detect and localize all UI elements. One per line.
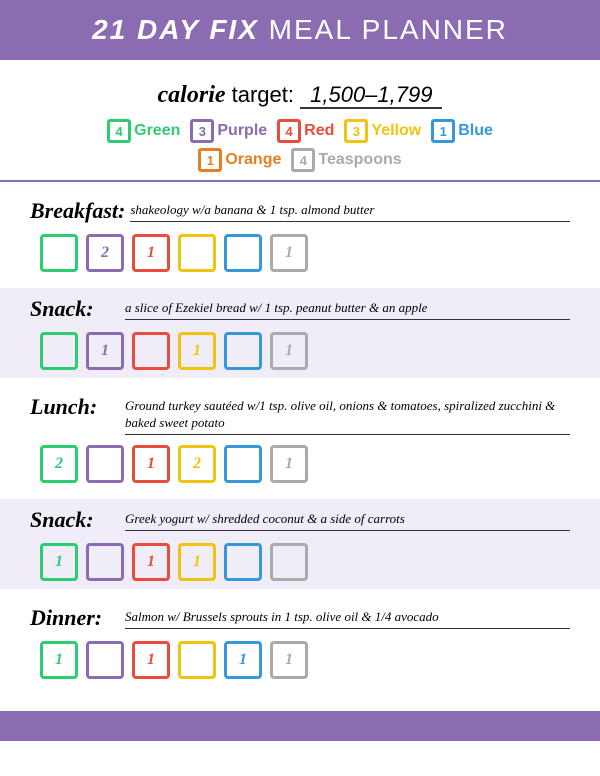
footer-bar: [0, 711, 600, 741]
breakfast-purple: 2: [86, 234, 124, 272]
breakfast-gray: 1: [270, 234, 308, 272]
snack2-red: 1: [132, 543, 170, 581]
orange-box: 1: [198, 148, 222, 172]
main-content: calorie target: 1,500–1,799 4 Green 3 Pu…: [0, 60, 600, 711]
breakfast-green: [40, 234, 78, 272]
blue-box: 1: [431, 119, 455, 143]
snack1-purple: 1: [86, 332, 124, 370]
snack1-blue: [224, 332, 262, 370]
snack1-red: [132, 332, 170, 370]
lunch-green: 2: [40, 445, 78, 483]
lunch-purple: [86, 445, 124, 483]
snack2-gray: [270, 543, 308, 581]
purple-box: 3: [190, 119, 214, 143]
color-targets: 4 Green 3 Purple 4 Red 3 Yellow 1 Blue: [30, 119, 570, 172]
lunch-gray: 1: [270, 445, 308, 483]
snack2-yellow: 1: [178, 543, 216, 581]
lunch-red: 1: [132, 445, 170, 483]
dinner-yellow: [178, 641, 216, 679]
dinner-gray: 1: [270, 641, 308, 679]
lunch-description: Ground turkey sautéed w/1 tsp. olive oil…: [125, 398, 570, 435]
color-item-teaspoons: 4 Teaspoons: [291, 148, 401, 172]
lunch-containers: 2 1 2 1: [40, 441, 570, 487]
snack1-green: [40, 332, 78, 370]
dinner-containers: 1 1 1 1: [40, 637, 570, 683]
snack1-description: a slice of Ezekiel bread w/ 1 tsp. peanu…: [125, 300, 570, 320]
dinner-header: Dinner: Salmon w/ Brussels sprouts in 1 …: [30, 605, 570, 631]
breakfast-red: 1: [132, 234, 170, 272]
header: 21 DAY FIX MEAL PLANNER: [0, 0, 600, 60]
snack1-yellow: 1: [178, 332, 216, 370]
page-title: 21 DAY FIX MEAL PLANNER: [20, 14, 580, 46]
teaspoons-label: Teaspoons: [318, 151, 401, 169]
meal-lunch: Lunch: Ground turkey sautéed w/1 tsp. ol…: [30, 386, 570, 491]
color-targets-row2: 1 Orange 4 Teaspoons: [30, 148, 570, 172]
breakfast-name: Breakfast:: [30, 198, 125, 224]
dinner-red: 1: [132, 641, 170, 679]
green-label: Green: [134, 122, 180, 140]
title-meal-planner: MEAL PLANNER: [269, 14, 508, 45]
lunch-name: Lunch:: [30, 394, 120, 420]
red-label: Red: [304, 122, 334, 140]
snack2-description: Greek yogurt w/ shredded coconut & a sid…: [125, 511, 570, 531]
calorie-value: 1,500–1,799: [300, 82, 442, 109]
color-item-green: 4 Green: [107, 119, 180, 143]
breakfast-containers: 2 1 1: [40, 230, 570, 276]
meal-snack1: Snack: a slice of Ezekiel bread w/ 1 tsp…: [0, 288, 600, 378]
dinner-green: 1: [40, 641, 78, 679]
meal-dinner: Dinner: Salmon w/ Brussels sprouts in 1 …: [30, 597, 570, 687]
snack2-blue: [224, 543, 262, 581]
yellow-box: 3: [344, 119, 368, 143]
purple-label: Purple: [217, 122, 267, 140]
dinner-purple: [86, 641, 124, 679]
dinner-name: Dinner:: [30, 605, 120, 631]
dinner-blue: 1: [224, 641, 262, 679]
teaspoons-box: 4: [291, 148, 315, 172]
calorie-label-italic: calorie: [158, 82, 226, 108]
title-fix: 21 DAY FIX: [92, 14, 259, 45]
snack1-name: Snack:: [30, 296, 120, 322]
color-targets-row1: 4 Green 3 Purple 4 Red 3 Yellow 1 Blue: [30, 119, 570, 143]
color-item-purple: 3 Purple: [190, 119, 267, 143]
breakfast-description: shakeology w/a banana & 1 tsp. almond bu…: [130, 202, 570, 222]
dinner-description: Salmon w/ Brussels sprouts in 1 tsp. oli…: [125, 609, 570, 629]
breakfast-yellow: [178, 234, 216, 272]
green-box: 4: [107, 119, 131, 143]
color-item-blue: 1 Blue: [431, 119, 493, 143]
snack2-name: Snack:: [30, 507, 120, 533]
lunch-yellow: 2: [178, 445, 216, 483]
snack2-purple: [86, 543, 124, 581]
top-divider: [0, 180, 600, 182]
snack1-gray: 1: [270, 332, 308, 370]
yellow-label: Yellow: [371, 122, 421, 140]
snack1-containers: 1 1 1: [40, 328, 570, 374]
snack2-containers: 1 1 1: [40, 539, 570, 585]
breakfast-header: Breakfast: shakeology w/a banana & 1 tsp…: [30, 198, 570, 224]
breakfast-blue: [224, 234, 262, 272]
snack1-header: Snack: a slice of Ezekiel bread w/ 1 tsp…: [30, 296, 570, 322]
red-box: 4: [277, 119, 301, 143]
calorie-label-normal: target:: [226, 82, 294, 107]
lunch-blue: [224, 445, 262, 483]
blue-label: Blue: [458, 122, 493, 140]
meal-snack2: Snack: Greek yogurt w/ shredded coconut …: [0, 499, 600, 589]
color-item-orange: 1 Orange: [198, 148, 281, 172]
lunch-header: Lunch: Ground turkey sautéed w/1 tsp. ol…: [30, 394, 570, 435]
orange-label: Orange: [225, 151, 281, 169]
calorie-target: calorie target: 1,500–1,799: [30, 82, 570, 109]
meal-breakfast: Breakfast: shakeology w/a banana & 1 tsp…: [30, 190, 570, 280]
color-item-yellow: 3 Yellow: [344, 119, 421, 143]
color-item-red: 4 Red: [277, 119, 334, 143]
snack2-header: Snack: Greek yogurt w/ shredded coconut …: [30, 507, 570, 533]
snack2-green: 1: [40, 543, 78, 581]
